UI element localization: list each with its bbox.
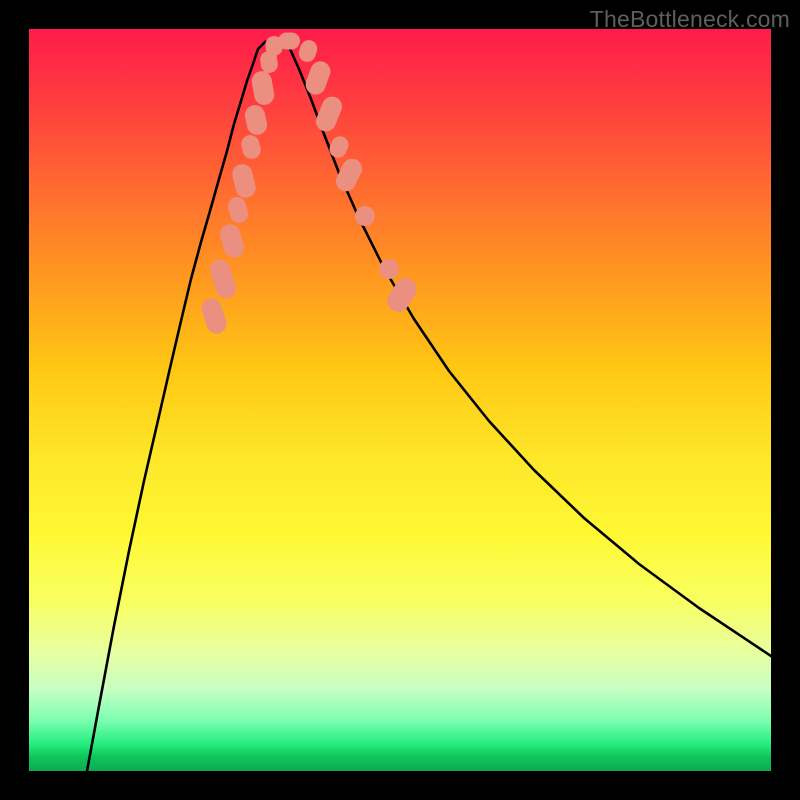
watermark-text: TheBottleneck.com: [590, 6, 790, 33]
data-marker: [218, 222, 247, 260]
bottleneck-curve: [87, 40, 771, 771]
plot-area: [29, 29, 771, 771]
marker-layer: [199, 33, 421, 337]
data-marker: [351, 202, 378, 229]
data-marker: [199, 296, 229, 336]
chart-svg: [29, 29, 771, 771]
chart-frame: TheBottleneck.com: [0, 0, 800, 800]
data-marker: [297, 38, 320, 64]
data-marker: [240, 133, 263, 160]
data-marker: [230, 162, 258, 200]
data-marker: [207, 257, 238, 301]
data-marker: [333, 155, 366, 194]
data-marker: [250, 70, 276, 107]
data-marker: [327, 133, 351, 160]
data-marker: [278, 33, 300, 50]
data-marker: [243, 103, 269, 137]
curve-layer: [87, 40, 771, 771]
data-marker: [226, 195, 250, 225]
data-marker: [383, 274, 421, 316]
